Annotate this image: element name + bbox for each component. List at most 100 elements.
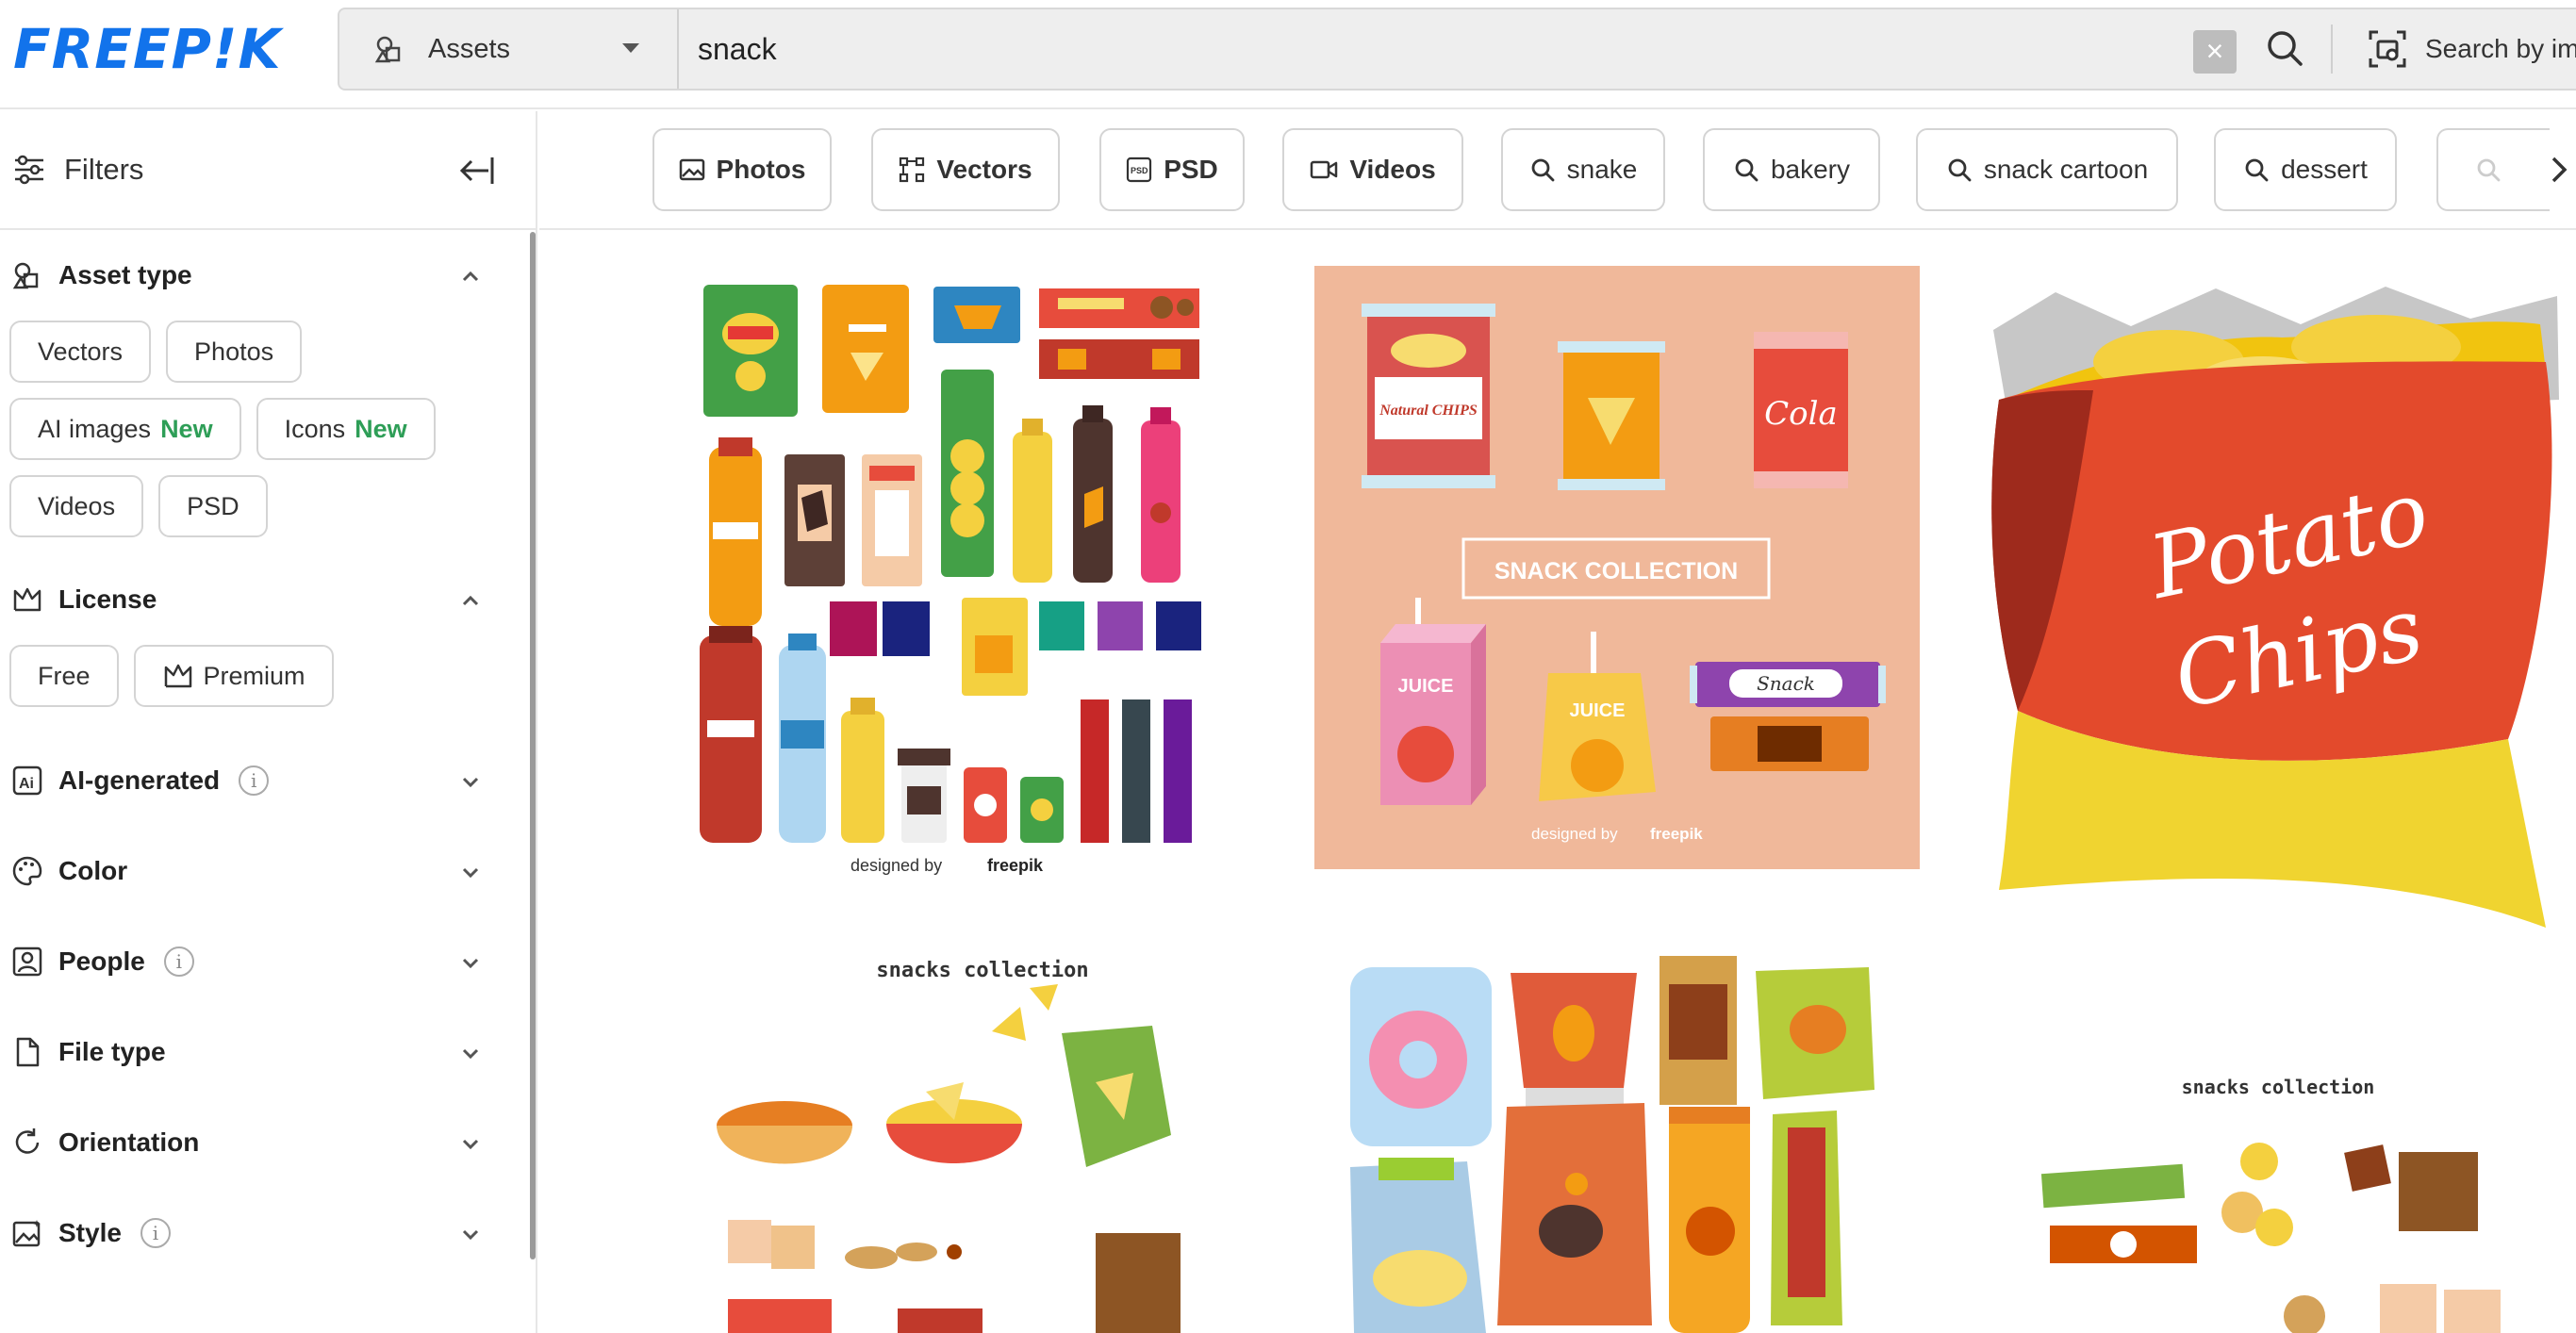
snack-packaging-illustration <box>1345 948 1884 1333</box>
result-card-snack-packaging[interactable] <box>1345 948 1884 1333</box>
chevron-up-icon <box>462 271 479 282</box>
snack-vending-illustration: designed by freepik <box>681 277 1284 880</box>
ai-generated-section: Ai AI-generated i <box>0 735 536 826</box>
search-by-image-label: Search by image <box>2425 34 2576 63</box>
assets-icon <box>374 36 401 63</box>
tag-partial[interactable] <box>2436 128 2550 211</box>
license-chips: Free Premium <box>0 645 490 707</box>
ai-icon: Ai <box>12 765 42 796</box>
asset-type-label: Assets <box>428 33 511 64</box>
chip-icons[interactable]: Icons New <box>256 398 436 460</box>
collapse-sidebar-icon[interactable] <box>456 153 496 189</box>
info-icon[interactable]: i <box>163 946 194 977</box>
photo-icon <box>679 158 704 181</box>
license-title: License <box>58 584 157 614</box>
crown-icon <box>164 664 191 688</box>
style-section: Style i <box>0 1188 536 1278</box>
search-bar: Assets × Search by image <box>338 8 2576 91</box>
ai-generated-title: AI-generated <box>58 765 221 795</box>
chevron-down-icon <box>622 43 639 53</box>
result-card-snack-vending[interactable]: designed by freepik <box>681 277 1284 880</box>
tag-vectors[interactable]: Vectors <box>871 128 1060 211</box>
chip-photos[interactable]: Photos <box>166 321 303 383</box>
freepik-logo[interactable]: FREEP!K <box>13 19 281 79</box>
search-icon[interactable] <box>2261 25 2310 74</box>
search-icon <box>2245 158 2269 182</box>
result-card-snacks-bowls[interactable]: snacks collection <box>681 950 1284 1333</box>
tag-bakery-label: bakery <box>1770 155 1851 184</box>
asset-type-section: Asset type Vectors Photos AI images New … <box>0 230 536 537</box>
snacks-collection-heading: snacks collection <box>2182 1076 2375 1098</box>
tag-dessert[interactable]: dessert <box>2214 128 2397 211</box>
psd-icon: PSD <box>1127 156 1152 183</box>
tag-videos[interactable]: Videos <box>1282 128 1463 211</box>
clear-search-button[interactable]: × <box>2193 30 2237 74</box>
chevron-right-icon[interactable] <box>2542 151 2576 189</box>
orientation-section: Orientation <box>0 1097 536 1188</box>
tag-photos[interactable]: Photos <box>652 128 832 211</box>
style-toggle[interactable]: Style i <box>0 1188 536 1278</box>
color-section: Color <box>0 826 536 916</box>
search-by-image-button[interactable]: Search by image <box>2367 25 2576 74</box>
sliders-icon <box>15 155 43 185</box>
new-badge: New <box>160 414 213 443</box>
rotate-icon <box>15 1128 40 1154</box>
juice-label-2: JUICE <box>1570 700 1626 721</box>
chip-vectors[interactable]: Vectors <box>9 321 152 383</box>
orientation-title: Orientation <box>58 1127 200 1157</box>
chip-ai-images[interactable]: AI images New <box>9 398 241 460</box>
credit-prefix: designed by <box>850 856 942 875</box>
ai-generated-toggle[interactable]: Ai AI-generated i <box>0 735 536 826</box>
juice-label-1: JUICE <box>1398 676 1454 697</box>
filters-header: Filters <box>0 111 536 230</box>
chip-videos[interactable]: Videos <box>9 475 144 537</box>
file-type-title: File type <box>58 1037 166 1066</box>
result-card-potato-chips[interactable]: Potato Chips <box>1980 268 2576 946</box>
tag-snack-cartoon[interactable]: snack cartoon <box>1916 128 2178 211</box>
svg-text:Ai: Ai <box>19 776 34 792</box>
snack-collection-banner: SNACK COLLECTION <box>1494 558 1738 584</box>
license-section: License Free Premium <box>0 554 536 707</box>
info-icon[interactable]: i <box>239 765 270 796</box>
people-section: People i <box>0 916 536 1007</box>
tag-psd-label: PSD <box>1164 155 1218 184</box>
result-card-snack-collection[interactable]: Natural CHIPS Cola SNACK COLLECTION JUIC… <box>1314 266 1920 869</box>
search-icon <box>1531 158 1555 182</box>
asset-type-chips: Vectors Photos AI images New Icons New V… <box>0 321 490 537</box>
tag-snake[interactable]: snake <box>1501 128 1665 211</box>
file-type-section: File type <box>0 1007 536 1097</box>
chip-icons-label: Icons <box>284 414 346 443</box>
asset-type-toggle[interactable]: Asset type <box>0 230 536 321</box>
tag-dessert-label: dessert <box>2281 155 2368 184</box>
potato-chips-illustration: Potato Chips <box>1980 268 2576 946</box>
search-icon <box>1948 158 1972 182</box>
filters-sidebar: Filters Asset type Vectors Photos AI ima… <box>0 111 537 1333</box>
file-type-toggle[interactable]: File type <box>0 1007 536 1097</box>
tag-videos-label: Videos <box>1349 155 1436 184</box>
tag-snake-label: snake <box>1566 155 1638 184</box>
license-toggle[interactable]: License <box>0 554 536 645</box>
chip-psd[interactable]: PSD <box>158 475 268 537</box>
chip-free[interactable]: Free <box>9 645 119 707</box>
orientation-toggle[interactable]: Orientation <box>0 1097 536 1188</box>
tag-photos-label: Photos <box>716 155 806 184</box>
people-toggle[interactable]: People i <box>0 916 536 1007</box>
chevron-down-icon <box>462 867 479 879</box>
natural-chips-label: Natural CHIPS <box>1379 403 1478 419</box>
image-style-icon <box>12 1220 41 1247</box>
chip-premium[interactable]: Premium <box>133 645 334 707</box>
snack-collection-illustration: Natural CHIPS Cola SNACK COLLECTION JUIC… <box>1314 266 1920 869</box>
people-title: People <box>58 946 145 976</box>
file-icon <box>16 1037 40 1067</box>
top-header: FREEP!K Assets × Search by image <box>0 0 2576 109</box>
color-toggle[interactable]: Color <box>0 826 536 916</box>
snacks-pieces-illustration: snacks collection <box>2022 1071 2576 1333</box>
result-card-snacks-pieces[interactable]: snacks collection <box>2022 1071 2576 1333</box>
divider <box>2331 25 2333 74</box>
tag-psd[interactable]: PSD PSD <box>1099 128 1245 211</box>
credit-prefix: designed by <box>1531 825 1618 843</box>
asset-type-dropdown[interactable]: Assets <box>339 9 679 89</box>
info-icon[interactable]: i <box>140 1218 171 1248</box>
tag-bakery[interactable]: bakery <box>1703 128 1880 211</box>
snack-bar-label: Snack <box>1757 672 1815 695</box>
